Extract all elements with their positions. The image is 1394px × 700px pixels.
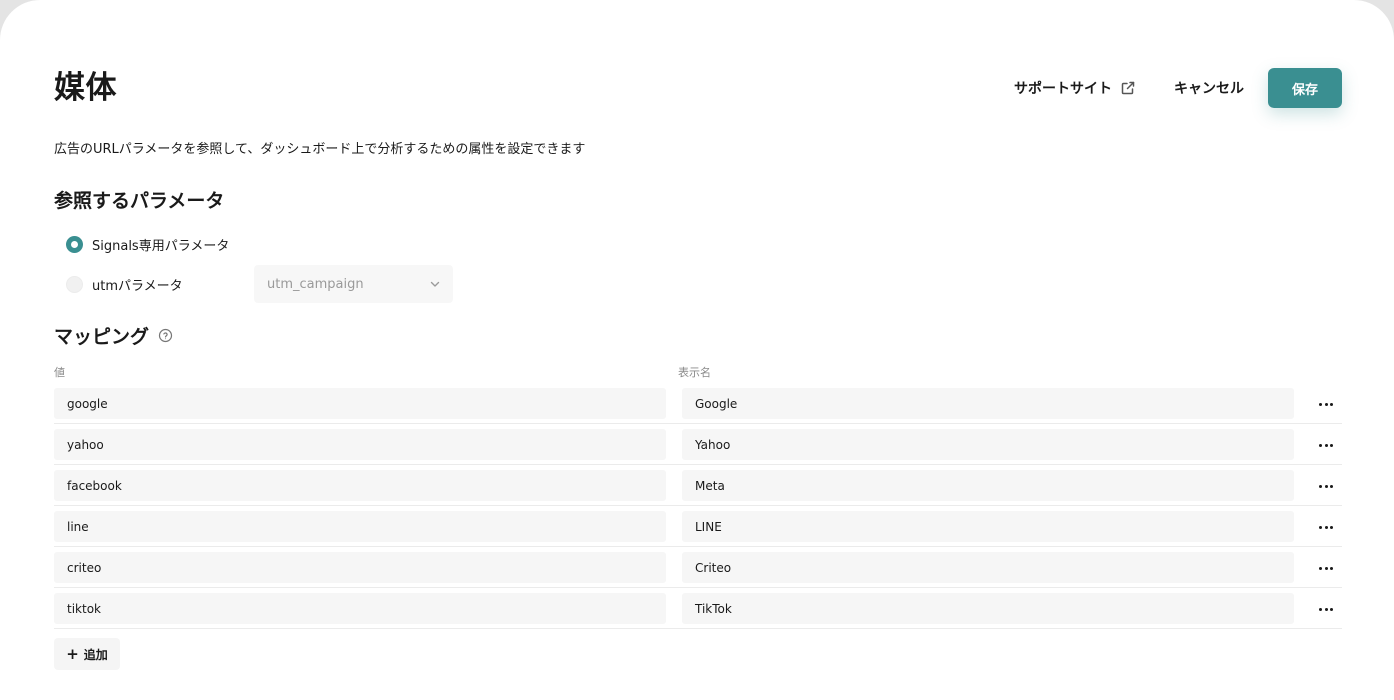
display-name-input[interactable]: LINE xyxy=(682,511,1294,542)
radio-signals-label: Signals専用パラメータ xyxy=(92,238,230,254)
value-input[interactable]: yahoo xyxy=(54,429,666,460)
column-header-display-name: 表示名 xyxy=(678,366,711,379)
save-button[interactable]: 保存 xyxy=(1268,68,1342,108)
radio-option-signals[interactable]: Signals専用パラメータ xyxy=(66,232,229,256)
value-input[interactable]: facebook xyxy=(54,470,666,501)
display-name-input[interactable]: TikTok xyxy=(682,593,1294,624)
header-actions: サポートサイト キャンセル 保存 xyxy=(1014,68,1342,108)
radio-utm-label: utmパラメータ xyxy=(92,278,183,294)
mapping-row: criteo Criteo xyxy=(54,547,1342,588)
external-link-icon xyxy=(1121,81,1135,95)
display-name-input[interactable]: Meta xyxy=(682,470,1294,501)
plus-icon: + xyxy=(66,644,79,663)
value-input[interactable]: criteo xyxy=(54,552,666,583)
mapping-row: google Google xyxy=(54,383,1342,424)
column-header-value: 値 xyxy=(54,366,65,379)
mapping-row: line LINE xyxy=(54,506,1342,547)
display-name-input[interactable]: Google xyxy=(682,388,1294,419)
params-section-title: 参照するパラメータ xyxy=(54,190,225,212)
display-name-input[interactable]: Yahoo xyxy=(682,429,1294,460)
settings-panel: 媒体 サポートサイト キャンセル 保存 広告のURLパラメータを参照して、ダッシ… xyxy=(0,0,1394,700)
radio-option-utm[interactable]: utmパラメータ xyxy=(66,272,183,296)
page-header: 媒体 サポートサイト キャンセル 保存 xyxy=(54,66,1342,110)
more-options-icon[interactable] xyxy=(1319,561,1333,575)
mapping-row: yahoo Yahoo xyxy=(54,424,1342,465)
more-options-icon[interactable] xyxy=(1319,602,1333,616)
more-options-icon[interactable] xyxy=(1319,520,1333,534)
mapping-section-title: マッピング xyxy=(54,322,173,349)
cancel-button[interactable]: キャンセル xyxy=(1174,78,1244,98)
more-options-icon[interactable] xyxy=(1319,479,1333,493)
mapping-rows: google Google yahoo Yahoo facebook Meta … xyxy=(54,383,1342,629)
mapping-row: facebook Meta xyxy=(54,465,1342,506)
support-site-link[interactable]: サポートサイト xyxy=(1014,78,1136,98)
add-row-button[interactable]: + 追加 xyxy=(54,638,120,670)
chevron-down-icon xyxy=(430,281,440,287)
radio-utm[interactable] xyxy=(66,275,83,293)
page-title: 媒体 xyxy=(54,70,117,106)
value-input[interactable]: tiktok xyxy=(54,593,666,624)
display-name-input[interactable]: Criteo xyxy=(682,552,1294,583)
more-options-icon[interactable] xyxy=(1319,397,1333,411)
value-input[interactable]: google xyxy=(54,388,666,419)
support-site-label: サポートサイト xyxy=(1014,81,1112,97)
mapping-title-text: マッピング xyxy=(54,326,150,348)
utm-param-select[interactable]: utm_campaign xyxy=(254,265,453,303)
page-description: 広告のURLパラメータを参照して、ダッシュボード上で分析するための属性を設定でき… xyxy=(54,142,586,157)
help-circle-icon[interactable] xyxy=(158,328,173,343)
mapping-row: tiktok TikTok xyxy=(54,588,1342,629)
more-options-icon[interactable] xyxy=(1319,438,1333,452)
radio-signals[interactable] xyxy=(66,235,83,253)
utm-param-select-value: utm_campaign xyxy=(267,276,364,292)
value-input[interactable]: line xyxy=(54,511,666,542)
add-row-label: 追加 xyxy=(83,647,108,662)
